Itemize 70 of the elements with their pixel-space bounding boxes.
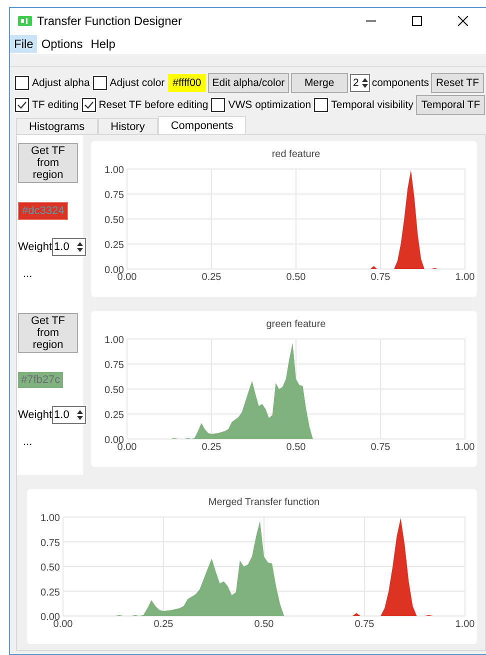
toolbar-button[interactable]: Merge — [290, 73, 348, 93]
axis-label: 0.50 — [104, 385, 124, 396]
toolbar-button[interactable]: Reset TF — [431, 73, 484, 93]
axis-label: 0.50 — [286, 442, 306, 453]
axis-label: 1.00 — [455, 619, 475, 630]
toolbar-button[interactable]: Edit alpha/color — [208, 73, 289, 93]
axis-label: 0.00 — [117, 272, 137, 283]
axis-label: 1.00 — [104, 335, 124, 346]
more-label: ... — [23, 436, 32, 448]
spin-arrows-icon[interactable] — [360, 77, 369, 89]
tab[interactable]: Components — [158, 116, 246, 134]
menu-item[interactable]: File — [10, 35, 38, 53]
checkbox-label: Temporal visibility — [331, 99, 414, 111]
checkbox-label: TF editing — [32, 99, 79, 111]
checkbox-label: Adjust color — [110, 77, 165, 89]
checkbox[interactable] — [15, 76, 29, 90]
axis-label: 0.25 — [202, 272, 222, 283]
checkbox-label: Adjust alpha — [32, 77, 90, 89]
axis-label: 0.25 — [104, 410, 124, 421]
axis-label: 0.50 — [254, 619, 274, 630]
spin-box[interactable]: 2 — [350, 74, 370, 92]
tab[interactable]: Histograms — [16, 118, 98, 134]
axis-label: 0.50 — [104, 215, 124, 226]
color-swatch: #ffff00 — [168, 74, 206, 92]
menu-item[interactable]: Help — [86, 35, 120, 53]
app-icon — [18, 16, 32, 26]
toolbar-button[interactable]: Temporal TF — [416, 95, 486, 115]
spin-arrows-icon[interactable] — [76, 409, 84, 421]
axis-label: 0.00 — [53, 619, 73, 630]
axis-label: 0.75 — [104, 190, 124, 201]
menu-item[interactable]: Options — [37, 35, 87, 53]
checkbox[interactable] — [15, 98, 29, 112]
axis-label: 0.25 — [154, 619, 174, 630]
axis-label: 1.00 — [455, 272, 475, 283]
axis-label: 1.00 — [40, 513, 60, 524]
axis-label: 1.00 — [455, 442, 475, 453]
axis-label: 0.75 — [354, 619, 374, 630]
checkbox[interactable] — [314, 98, 328, 112]
axis-label: 0.25 — [40, 587, 60, 598]
axis-label: 0.25 — [202, 442, 222, 453]
window-title: Transfer Function Designer — [37, 14, 183, 28]
axis-label: 0.25 — [104, 240, 124, 251]
axis-label: 0.75 — [370, 442, 390, 453]
get-tf-button[interactable]: Get TF from region — [18, 313, 78, 353]
maximize-icon[interactable] — [412, 16, 422, 26]
weight-spin-box[interactable]: 1.0 — [52, 238, 86, 256]
components-label: components — [372, 77, 430, 89]
chart-title: green feature — [266, 319, 326, 330]
get-tf-button[interactable]: Get TF from region — [18, 143, 78, 183]
chart-title: Merged Transfer function — [208, 497, 320, 508]
tab[interactable]: History — [98, 118, 158, 134]
checkbox[interactable] — [211, 98, 226, 112]
axis-label: 0.75 — [40, 538, 60, 549]
axis-label: 1.00 — [104, 165, 124, 176]
spin-arrows-icon[interactable] — [76, 241, 84, 253]
close-icon[interactable] — [458, 16, 468, 26]
axis-label: 0.50 — [40, 562, 60, 574]
weight-label: Weight — [18, 409, 52, 421]
checkbox-label: VWS optimization — [228, 99, 312, 111]
weight-label: Weight — [18, 241, 52, 253]
axis-label: 0.75 — [370, 272, 390, 283]
axis-label: 0.75 — [104, 360, 124, 371]
checkbox[interactable] — [82, 98, 96, 112]
axis-label: 0.50 — [286, 272, 306, 283]
chart-title: red feature — [272, 149, 320, 160]
axis-label: 0.00 — [117, 442, 137, 453]
checkbox[interactable] — [92, 76, 107, 90]
more-label: ... — [23, 268, 32, 280]
weight-spin-box[interactable]: 1.0 — [52, 406, 86, 424]
checkbox-label: Reset TF before editing — [98, 99, 208, 111]
